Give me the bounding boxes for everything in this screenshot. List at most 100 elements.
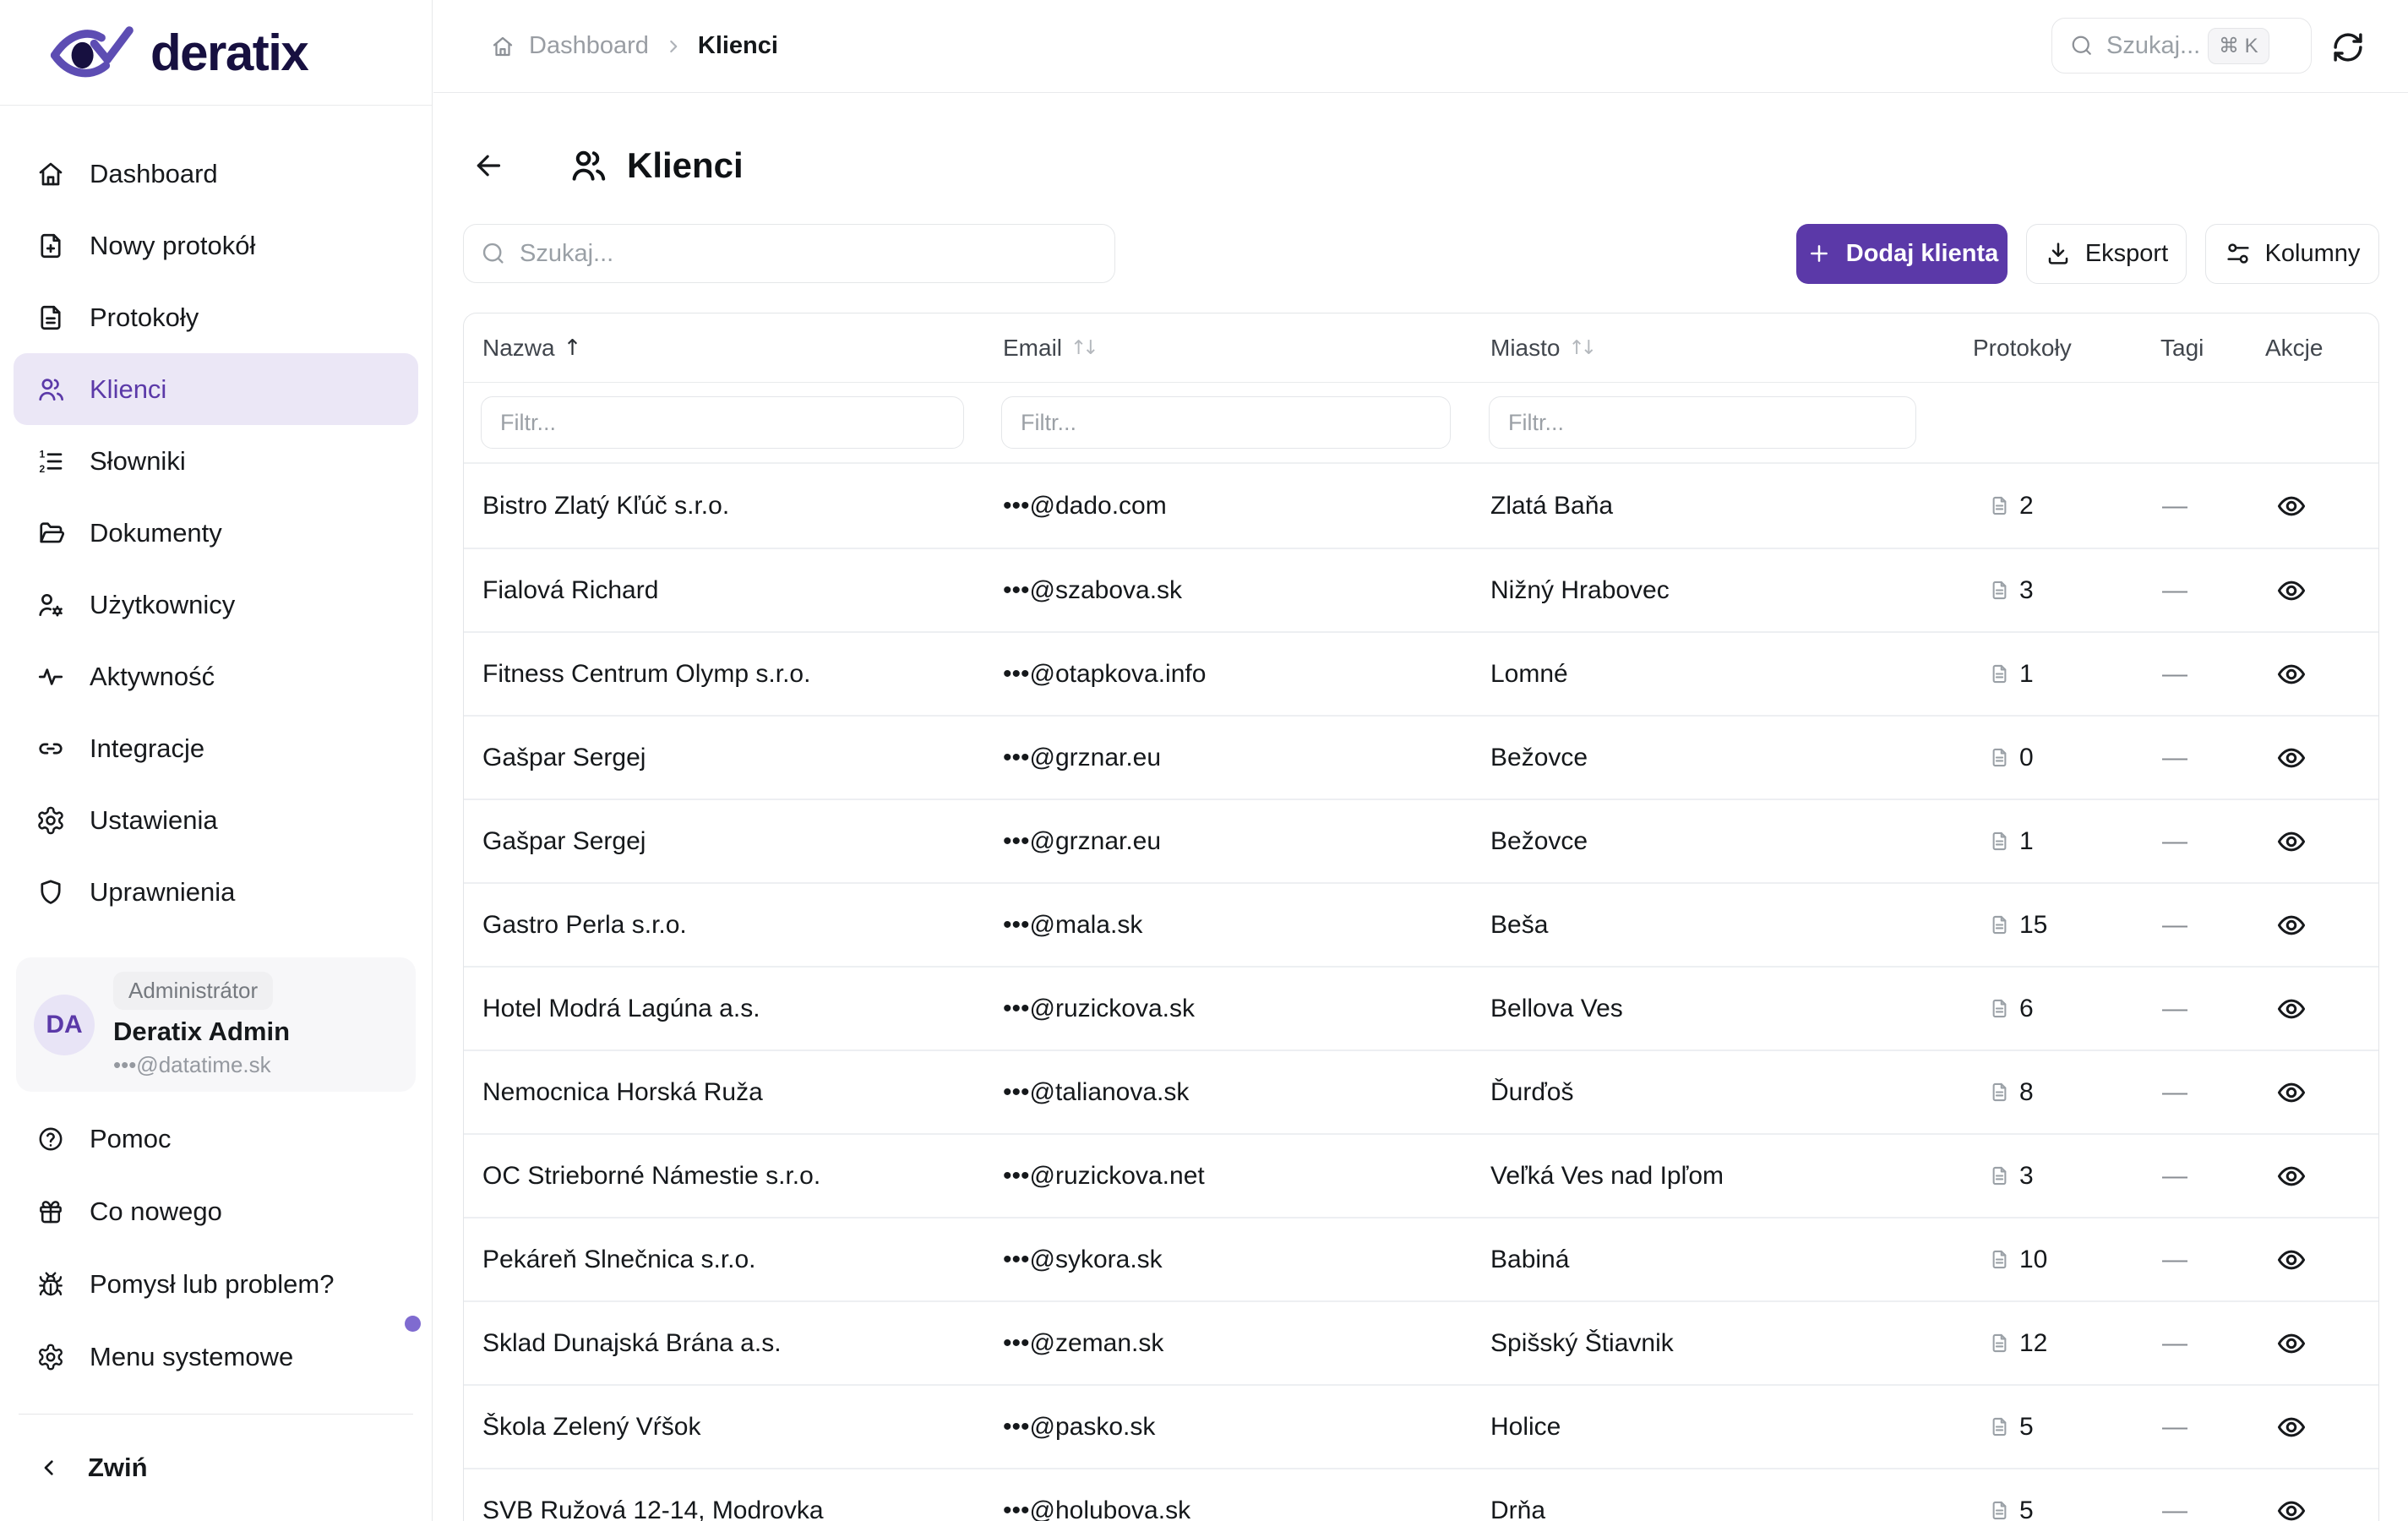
client-city: Bežovce	[1490, 743, 1588, 771]
sidebar-item-co-nowego[interactable]: Co nowego	[14, 1175, 418, 1248]
add-client-button[interactable]: Dodaj klienta	[1796, 223, 2008, 284]
sidebar-item-klienci[interactable]: Klienci	[14, 353, 418, 425]
refresh-button[interactable]	[2330, 29, 2367, 66]
client-city: Lomné	[1490, 659, 1568, 688]
view-client-button[interactable]	[2275, 1327, 2313, 1360]
column-header-tagi: Tagi	[2160, 334, 2204, 361]
chevron-left-icon	[35, 1454, 63, 1481]
filter-input-miasto[interactable]	[1489, 396, 1916, 449]
client-tags: —	[2162, 1161, 2187, 1190]
client-protocols: 1	[1954, 827, 2154, 856]
sidebar-item-nowy-protokol[interactable]: Nowy protokół	[14, 210, 418, 281]
table-row[interactable]: SVB Ružová 12-14, Modrovka •••@holubova.…	[464, 1468, 2378, 1521]
table-row[interactable]: Fialová Richard •••@szabova.sk Nižný Hra…	[464, 548, 2378, 631]
columns-button[interactable]: Kolumny	[2205, 223, 2379, 284]
sidebar-item-dashboard[interactable]: Dashboard	[14, 138, 418, 210]
table-row[interactable]: Nemocnica Horská Ruža •••@talianova.sk Ď…	[464, 1049, 2378, 1133]
column-header-email[interactable]: Email ↑↓	[984, 335, 1472, 362]
client-protocols: 3	[1954, 576, 2154, 605]
table-row[interactable]: Hotel Modrá Lagúna a.s. •••@ruzickova.sk…	[464, 966, 2378, 1049]
table-header-row: Nazwa ↑ Email ↑↓ Miasto ↑↓ Protokoły Tag…	[464, 313, 2378, 383]
clients-search[interactable]	[463, 224, 1115, 283]
sidebar-item-integracje[interactable]: Integracje	[14, 712, 418, 784]
svg-text:2: 2	[40, 462, 46, 474]
view-client-button[interactable]	[2275, 908, 2313, 942]
protocol-count: 2	[2019, 491, 2034, 520]
sidebar-item-dokumenty[interactable]: Dokumenty	[14, 497, 418, 569]
client-name: Hotel Modrá Lagúna a.s.	[482, 994, 760, 1022]
table-row[interactable]: OC Strieborné Námestie s.r.o. •••@ruzick…	[464, 1133, 2378, 1217]
table-row[interactable]: Sklad Dunajská Brána a.s. •••@zeman.sk S…	[464, 1300, 2378, 1384]
view-client-button[interactable]	[2275, 741, 2313, 775]
protocol-count: 15	[2019, 910, 2048, 939]
client-name: Pekáreň Slnečnica s.r.o.	[482, 1245, 756, 1273]
table-row[interactable]: Bistro Zlatý Kľúč s.r.o. •••@dado.com Zl…	[464, 464, 2378, 548]
view-client-button[interactable]	[2275, 1494, 2313, 1521]
view-client-button[interactable]	[2275, 1159, 2313, 1193]
file-icon	[1988, 662, 2011, 685]
sidebar-item-slowniki[interactable]: 12 Słowniki	[14, 425, 418, 497]
column-header-miasto[interactable]: Miasto ↑↓	[1472, 335, 1954, 362]
brand-name: deratix	[150, 24, 309, 81]
protocol-count: 3	[2019, 1161, 2034, 1190]
breadcrumb-dashboard[interactable]: Dashboard	[529, 32, 649, 60]
table-row[interactable]: Škola Zelený Vŕšok •••@pasko.sk Holice 5…	[464, 1384, 2378, 1468]
client-city: Bellova Ves	[1490, 994, 1623, 1022]
gear-icon	[35, 805, 66, 836]
client-name: Fitness Centrum Olymp s.r.o.	[482, 659, 811, 688]
view-client-button[interactable]	[2275, 489, 2313, 523]
table-row[interactable]: Fitness Centrum Olymp s.r.o. •••@otapkov…	[464, 631, 2378, 715]
client-protocols: 1	[1954, 660, 2154, 689]
table-row[interactable]: Gašpar Sergej •••@grznar.eu Bežovce 1 —	[464, 799, 2378, 882]
user-name: Deratix Admin	[113, 1016, 291, 1046]
client-city: Beša	[1490, 910, 1549, 939]
sidebar-item-ustawienia[interactable]: Ustawienia	[14, 784, 418, 856]
user-card[interactable]: DA Administrátor Deratix Admin •••@datat…	[16, 957, 416, 1092]
filter-input-nazwa[interactable]	[481, 396, 964, 449]
clients-search-input[interactable]	[463, 224, 1115, 283]
avatar: DA	[34, 994, 95, 1055]
global-search-input[interactable]	[2106, 31, 2208, 60]
logo[interactable]: deratix	[0, 0, 432, 106]
view-client-button[interactable]	[2275, 1243, 2313, 1277]
client-protocols: 0	[1954, 744, 2154, 772]
client-email: •••@grznar.eu	[1003, 743, 1162, 771]
back-button[interactable]	[471, 147, 509, 184]
sidebar-item-uzytkownicy[interactable]: Użytkownicy	[14, 569, 418, 641]
export-button[interactable]: Eksport	[2026, 223, 2187, 284]
client-city: Bežovce	[1490, 826, 1588, 855]
column-header-nazwa[interactable]: Nazwa ↑	[464, 335, 984, 362]
client-name: Gašpar Sergej	[482, 826, 646, 855]
filter-input-email[interactable]	[1001, 396, 1451, 449]
view-client-button[interactable]	[2275, 657, 2313, 691]
role-badge: Administrátor	[113, 971, 274, 1010]
sidebar-item-uprawnienia[interactable]: Uprawnienia	[14, 856, 418, 928]
view-client-button[interactable]	[2275, 1410, 2313, 1444]
global-search[interactable]: ⌘ K	[2051, 18, 2312, 74]
client-tags: —	[2162, 994, 2187, 1022]
client-tags: —	[2162, 1328, 2187, 1357]
collapse-sidebar-button[interactable]: Zwiń	[0, 1436, 432, 1499]
sidebar-item-menu-systemowe[interactable]: Menu systemowe	[14, 1321, 418, 1393]
sidebar-item-pomoc[interactable]: Pomoc	[14, 1103, 418, 1175]
sidebar-item-protokoly[interactable]: Protokoły	[14, 281, 418, 353]
user-email: •••@datatime.sk	[113, 1051, 271, 1077]
protocol-count: 12	[2019, 1328, 2048, 1357]
table-row[interactable]: Pekáreň Slnečnica s.r.o. •••@sykora.sk B…	[464, 1217, 2378, 1300]
folder-open-icon	[35, 518, 66, 548]
sidebar-item-pomysl-lub-problem[interactable]: Pomysł lub problem?	[14, 1248, 418, 1321]
view-client-button[interactable]	[2275, 825, 2313, 859]
list-ordered-icon: 12	[35, 446, 66, 477]
table-row[interactable]: Gastro Perla s.r.o. •••@mala.sk Beša 15 …	[464, 882, 2378, 966]
client-tags: —	[2162, 743, 2187, 771]
sort-icon: ↑↓	[1568, 336, 1596, 359]
sort-icon: ↑↓	[1071, 336, 1098, 359]
client-email: •••@grznar.eu	[1003, 826, 1162, 855]
view-client-button[interactable]	[2275, 574, 2313, 608]
table-row[interactable]: Gašpar Sergej •••@grznar.eu Bežovce 0 —	[464, 715, 2378, 799]
view-client-button[interactable]	[2275, 1076, 2313, 1109]
client-name: Sklad Dunajská Brána a.s.	[482, 1328, 782, 1357]
view-client-button[interactable]	[2275, 992, 2313, 1026]
sliders-icon	[2225, 240, 2252, 267]
sidebar-item-aktywnosc[interactable]: Aktywność	[14, 641, 418, 712]
